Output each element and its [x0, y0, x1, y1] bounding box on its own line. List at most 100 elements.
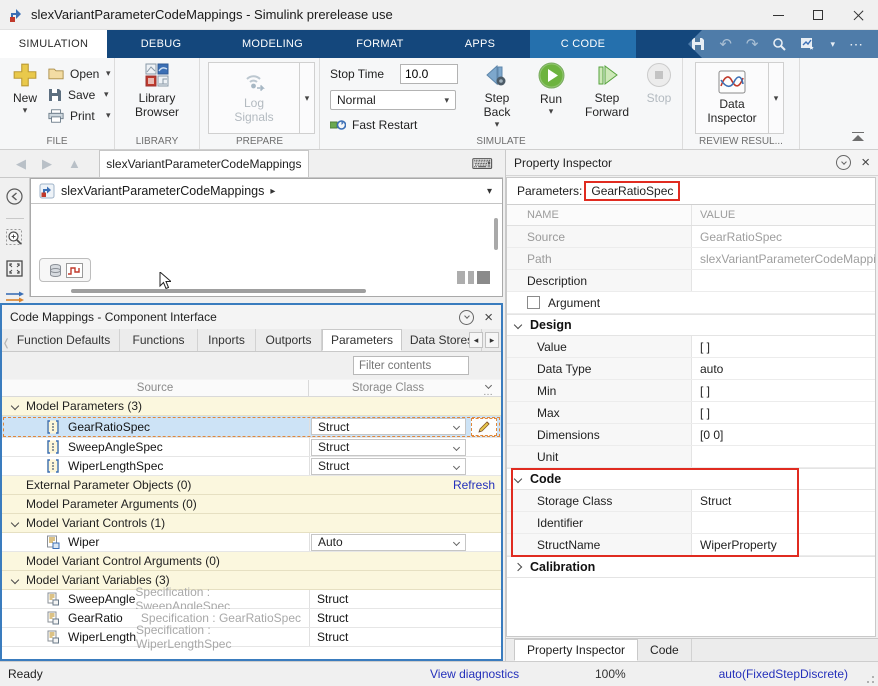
- row-wiperlength[interactable]: WiperLength Specification : WiperLengthS…: [2, 628, 501, 647]
- open-button[interactable]: Open ▾: [48, 63, 111, 84]
- group-external-parameter-objects[interactable]: External Parameter Objects (0) Refresh: [2, 476, 501, 495]
- canvas-horizontal-scrollbar[interactable]: [71, 289, 366, 293]
- tab-function-defaults[interactable]: Function Defaults: [8, 329, 120, 351]
- tab-functions[interactable]: Functions: [120, 329, 198, 351]
- edit-storage-button[interactable]: [471, 418, 497, 436]
- storage-class-dropdown[interactable]: Struct: [311, 458, 466, 475]
- storage-class-dropdown[interactable]: Struct: [311, 439, 466, 456]
- data-store-icon[interactable]: [48, 263, 63, 278]
- design-row-unit[interactable]: Unit: [507, 446, 875, 468]
- row-wiperlengthspec[interactable]: WiperLengthSpec Struct: [2, 457, 501, 476]
- panel-minimize-button[interactable]: [459, 310, 474, 325]
- group-model-variant-controls[interactable]: Model Variant Controls (1): [2, 514, 501, 533]
- tab-code[interactable]: Code: [638, 639, 692, 661]
- row-sweepangle[interactable]: SweepAngle Specification : SweepAngleSpe…: [2, 590, 501, 609]
- group-model-parameter-arguments[interactable]: Model Parameter Arguments (0): [2, 495, 501, 514]
- code-row-identifier[interactable]: Identifier: [507, 512, 875, 534]
- close-button[interactable]: [838, 0, 878, 30]
- tab-debug[interactable]: DEBUG: [107, 30, 215, 58]
- view-diagnostics-link[interactable]: View diagnostics: [430, 667, 519, 681]
- property-row-description[interactable]: Description: [507, 270, 875, 292]
- tab-format[interactable]: FORMAT: [330, 30, 430, 58]
- hide-browser-button[interactable]: [6, 188, 23, 208]
- tab-apps[interactable]: APPS: [430, 30, 530, 58]
- row-gearratiospec[interactable]: GearRatioSpec Struct: [2, 416, 501, 438]
- breadcrumb-dropdown[interactable]: ▾: [487, 186, 492, 197]
- tab-c-code[interactable]: C CODE: [530, 30, 636, 58]
- nav-up-button[interactable]: ▲: [68, 156, 81, 171]
- property-value[interactable]: WiperProperty: [692, 534, 875, 555]
- filter-contents-input[interactable]: [353, 356, 469, 375]
- code-section-header[interactable]: Code: [507, 468, 875, 490]
- nav-back-button[interactable]: ◀: [16, 156, 26, 172]
- library-browser-button[interactable]: Library Browser: [129, 62, 185, 119]
- tab-parameters[interactable]: Parameters: [322, 329, 402, 351]
- code-row-storage-class[interactable]: Storage Class Struct: [507, 490, 875, 512]
- property-value[interactable]: [ ]: [692, 336, 875, 357]
- new-button[interactable]: New ▾: [5, 62, 45, 116]
- tab-property-inspector[interactable]: Property Inspector: [514, 639, 638, 661]
- design-row-data-type[interactable]: Data Type auto: [507, 358, 875, 380]
- more-options-button[interactable]: ⋯: [849, 36, 864, 53]
- property-value[interactable]: Struct: [692, 490, 875, 511]
- document-tab[interactable]: slexVariantParameterCodeMappings: [99, 150, 309, 177]
- design-row-min[interactable]: Min [ ]: [507, 380, 875, 402]
- log-signals-button[interactable]: Log Signals: [208, 62, 300, 134]
- collapse-ribbon-button[interactable]: [852, 132, 864, 141]
- property-value[interactable]: [ ]: [692, 402, 875, 423]
- run-button[interactable]: Run ▾: [528, 62, 574, 117]
- nav-forward-button[interactable]: ▶: [42, 156, 52, 172]
- maximize-button[interactable]: [798, 0, 838, 30]
- source-column-header[interactable]: Source: [2, 380, 309, 396]
- property-value[interactable]: [692, 512, 875, 533]
- data-inspector-button[interactable]: Data Inspector: [695, 62, 769, 134]
- stop-button[interactable]: Stop: [638, 62, 680, 105]
- property-value[interactable]: [0 0]: [692, 424, 875, 445]
- activation-dropdown[interactable]: Auto: [311, 534, 466, 551]
- calibration-section-header[interactable]: Calibration: [507, 556, 875, 578]
- solver-link[interactable]: auto(FixedStepDiscrete): [719, 667, 848, 681]
- row-sweepanglespec[interactable]: SweepAngleSpec Struct: [2, 438, 501, 457]
- tab-simulation[interactable]: SIMULATION: [0, 30, 107, 58]
- panel-close-button[interactable]: ×: [861, 155, 870, 170]
- tab-scroll-right-button[interactable]: ▸: [485, 332, 499, 348]
- property-value[interactable]: auto: [692, 358, 875, 379]
- prepare-gallery-dropdown[interactable]: ▾: [300, 62, 315, 134]
- zoom-tool-button[interactable]: [6, 229, 24, 250]
- resize-grip[interactable]: [862, 671, 874, 683]
- print-button[interactable]: Print ▾: [48, 105, 111, 126]
- redo-button[interactable]: ↷: [746, 35, 759, 53]
- undo-button[interactable]: ↶: [719, 35, 732, 53]
- design-row-dimensions[interactable]: Dimensions [0 0]: [507, 424, 875, 446]
- group-model-parameters[interactable]: Model Parameters (3): [2, 397, 501, 416]
- storage-class-column-header[interactable]: Storage Class: [309, 380, 467, 396]
- stop-time-input[interactable]: [400, 64, 458, 84]
- property-value[interactable]: [ ]: [692, 380, 875, 401]
- row-wiper[interactable]: Wiper Auto: [2, 533, 501, 552]
- scope-signal-icon[interactable]: [66, 263, 83, 278]
- save-quick-button[interactable]: [691, 37, 705, 51]
- tab-inports[interactable]: Inports: [198, 329, 256, 351]
- panel-minimize-button[interactable]: [836, 155, 851, 170]
- tab-modeling[interactable]: MODELING: [215, 30, 330, 58]
- argument-checkbox[interactable]: [527, 296, 540, 309]
- tab-scroll-left-button[interactable]: ◂: [469, 332, 483, 348]
- code-row-structname[interactable]: StructName WiperProperty: [507, 534, 875, 556]
- breadcrumb-model-name[interactable]: slexVariantParameterCodeMappings: [61, 184, 264, 198]
- quick-access-dropdown[interactable]: ▾: [830, 39, 835, 50]
- property-value[interactable]: [692, 270, 875, 291]
- fast-restart-toggle[interactable]: Fast Restart: [330, 118, 458, 132]
- design-row-max[interactable]: Max [ ]: [507, 402, 875, 424]
- storage-class-dropdown[interactable]: Struct: [311, 418, 466, 435]
- minimize-button[interactable]: [758, 0, 798, 30]
- save-button[interactable]: Save ▾: [48, 84, 111, 105]
- design-section-header[interactable]: Design: [507, 314, 875, 336]
- tab-outports[interactable]: Outports: [256, 329, 322, 351]
- property-value[interactable]: [692, 446, 875, 467]
- simulation-mode-dropdown[interactable]: Normal ▾: [330, 90, 456, 110]
- keyboard-shortcuts-icon[interactable]: ⌨: [471, 155, 493, 173]
- fit-to-view-button[interactable]: [6, 260, 23, 280]
- favorites-button[interactable]: [800, 37, 816, 51]
- review-gallery-dropdown[interactable]: ▾: [769, 62, 784, 134]
- model-canvas[interactable]: [31, 204, 502, 296]
